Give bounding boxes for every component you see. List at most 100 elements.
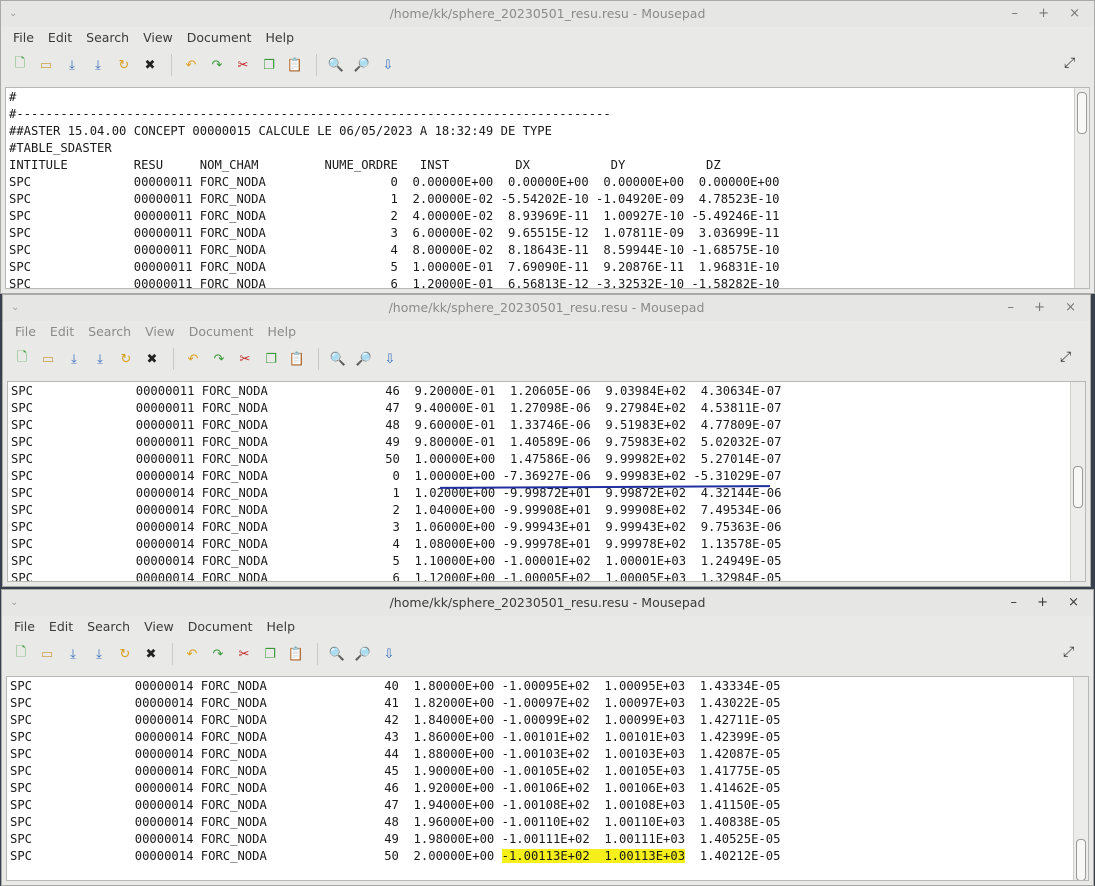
text-line[interactable]: # xyxy=(9,89,1089,106)
text-line[interactable]: SPC 00000011 FORC_NODA 49 9.80000E-01 1.… xyxy=(11,434,1085,451)
mousepad-window-1[interactable]: ⌄ /home/kk/sphere_20230501_resu.resu - M… xyxy=(0,0,1095,294)
redo-icon[interactable]: ↷ xyxy=(207,643,229,665)
menu-file[interactable]: File xyxy=(13,30,34,45)
menu-file[interactable]: File xyxy=(14,619,35,634)
text-line[interactable]: SPC 00000014 FORC_NODA 4 1.08000E+00 -9.… xyxy=(11,536,1085,553)
new-file-icon[interactable]: 🗋 xyxy=(9,54,31,76)
text-line[interactable]: SPC 00000011 FORC_NODA 2 4.00000E-02 8.9… xyxy=(9,208,1089,225)
redo-icon[interactable]: ↷ xyxy=(206,54,228,76)
text-line[interactable]: SPC 00000014 FORC_NODA 42 1.84000E+00 -1… xyxy=(10,712,1088,729)
title-bar[interactable]: ⌄ /home/kk/sphere_20230501_resu.resu - M… xyxy=(1,1,1094,27)
scrollbar-thumb[interactable] xyxy=(1077,92,1087,134)
text-line[interactable]: SPC 00000011 FORC_NODA 3 6.00000E-02 9.6… xyxy=(9,225,1089,242)
close-icon[interactable]: ✖ xyxy=(141,348,163,370)
save-icon[interactable]: ⤓ xyxy=(62,643,84,665)
window-controls[interactable]: – + × xyxy=(1011,1,1088,27)
text-editor[interactable]: # #--------------------------------------… xyxy=(5,87,1090,289)
text-line[interactable]: INTITULE RESU NOM_CHAM NUME_ORDRE INST D… xyxy=(9,157,1089,174)
open-folder-icon[interactable]: ▭ xyxy=(37,348,59,370)
text-line[interactable]: SPC 00000011 FORC_NODA 50 1.00000E+00 1.… xyxy=(11,451,1085,468)
menu-file[interactable]: File xyxy=(15,324,36,339)
text-line[interactable]: SPC 00000011 FORC_NODA 6 1.20000E-01 6.5… xyxy=(9,276,1089,288)
mousepad-window-2[interactable]: ⌄ /home/kk/sphere_20230501_resu.resu - M… xyxy=(2,294,1091,587)
text-line[interactable]: #---------------------------------------… xyxy=(9,106,1089,123)
fullscreen-icon[interactable]: ⤢ xyxy=(1064,55,1084,75)
text-line[interactable]: SPC 00000014 FORC_NODA 5 1.10000E+00 -1.… xyxy=(11,553,1085,570)
menu-view[interactable]: View xyxy=(145,324,175,339)
text-line[interactable]: SPC 00000011 FORC_NODA 1 2.00000E-02 -5.… xyxy=(9,191,1089,208)
menu-edit[interactable]: Edit xyxy=(49,619,73,634)
last-line[interactable]: SPC 00000014 FORC_NODA 50 2.00000E+00 -1… xyxy=(10,849,780,863)
find-replace-icon[interactable]: 🔎 xyxy=(352,643,374,665)
title-bar[interactable]: ⌄ /home/kk/sphere_20230501_resu.resu - M… xyxy=(2,590,1093,616)
open-folder-icon[interactable]: ▭ xyxy=(36,643,58,665)
text-editor[interactable]: SPC 00000014 FORC_NODA 40 1.80000E+00 -1… xyxy=(6,676,1089,881)
text-line[interactable]: #TABLE_SDASTER xyxy=(9,140,1089,157)
menu-view[interactable]: View xyxy=(143,30,173,45)
window-controls[interactable]: – + × xyxy=(1010,590,1087,616)
menu-help[interactable]: Help xyxy=(268,324,297,339)
text-line[interactable]: SPC 00000014 FORC_NODA 0 1.00000E+00 -7.… xyxy=(11,468,1085,485)
window-menu-icon[interactable]: ⌄ xyxy=(10,590,18,616)
find-icon[interactable]: 🔍 xyxy=(326,643,348,665)
text-line[interactable]: SPC 00000014 FORC_NODA 47 1.94000E+00 -1… xyxy=(10,797,1088,814)
reload-icon[interactable]: ↻ xyxy=(115,348,137,370)
mousepad-window-3[interactable]: ⌄ /home/kk/sphere_20230501_resu.resu - M… xyxy=(1,589,1094,886)
window-controls[interactable]: – + × xyxy=(1007,295,1084,321)
vertical-scrollbar[interactable] xyxy=(1074,88,1089,288)
undo-icon[interactable]: ↶ xyxy=(180,54,202,76)
save-icon[interactable]: ⤓ xyxy=(63,348,85,370)
title-bar[interactable]: ⌄ /home/kk/sphere_20230501_resu.resu - M… xyxy=(3,295,1090,321)
cut-icon[interactable]: ✂ xyxy=(233,643,255,665)
menu-search[interactable]: Search xyxy=(87,619,130,634)
menu-document[interactable]: Document xyxy=(187,30,252,45)
text-line[interactable]: SPC 00000011 FORC_NODA 4 8.00000E-02 8.1… xyxy=(9,242,1089,259)
save-as-icon[interactable]: ⤓ xyxy=(89,348,111,370)
menu-view[interactable]: View xyxy=(144,619,174,634)
new-file-icon[interactable]: 🗋 xyxy=(11,348,33,370)
open-folder-icon[interactable]: ▭ xyxy=(35,54,57,76)
text-line[interactable]: ##ASTER 15.04.00 CONCEPT 00000015 CALCUL… xyxy=(9,123,1089,140)
find-icon[interactable]: 🔍 xyxy=(325,54,347,76)
copy-icon[interactable]: ❐ xyxy=(259,643,281,665)
text-line[interactable]: SPC 00000011 FORC_NODA 46 9.20000E-01 1.… xyxy=(11,383,1085,400)
close-icon[interactable]: ✖ xyxy=(139,54,161,76)
text-line[interactable]: SPC 00000014 FORC_NODA 46 1.92000E+00 -1… xyxy=(10,780,1088,797)
redo-icon[interactable]: ↷ xyxy=(208,348,230,370)
editor-text[interactable]: # #--------------------------------------… xyxy=(6,88,1089,288)
goto-icon[interactable]: ⇩ xyxy=(378,643,400,665)
text-line[interactable]: SPC 00000014 FORC_NODA 40 1.80000E+00 -1… xyxy=(10,678,1088,695)
editor-text[interactable]: SPC 00000011 FORC_NODA 46 9.20000E-01 1.… xyxy=(8,382,1085,581)
menu-help[interactable]: Help xyxy=(267,619,296,634)
save-as-icon[interactable]: ⤓ xyxy=(88,643,110,665)
menu-document[interactable]: Document xyxy=(189,324,254,339)
save-icon[interactable]: ⤓ xyxy=(61,54,83,76)
vertical-scrollbar[interactable] xyxy=(1070,382,1085,581)
text-line[interactable]: SPC 00000014 FORC_NODA 44 1.88000E+00 -1… xyxy=(10,746,1088,763)
undo-icon[interactable]: ↶ xyxy=(181,643,203,665)
find-replace-icon[interactable]: 🔎 xyxy=(351,54,373,76)
editor-lines[interactable]: SPC 00000014 FORC_NODA 40 1.80000E+00 -1… xyxy=(10,678,1088,848)
text-line[interactable]: SPC 00000014 FORC_NODA 48 1.96000E+00 -1… xyxy=(10,814,1088,831)
editor-text[interactable]: SPC 00000014 FORC_NODA 40 1.80000E+00 -1… xyxy=(7,677,1088,865)
fullscreen-icon[interactable]: ⤢ xyxy=(1060,349,1080,369)
menu-document[interactable]: Document xyxy=(188,619,253,634)
window-menu-icon[interactable]: ⌄ xyxy=(11,295,19,321)
text-line[interactable]: SPC 00000014 FORC_NODA 43 1.86000E+00 -1… xyxy=(10,729,1088,746)
scrollbar-thumb[interactable] xyxy=(1076,839,1086,880)
menu-search[interactable]: Search xyxy=(86,30,129,45)
cut-icon[interactable]: ✂ xyxy=(232,54,254,76)
save-as-icon[interactable]: ⤓ xyxy=(87,54,109,76)
paste-icon[interactable]: 📋 xyxy=(284,54,306,76)
text-line[interactable]: SPC 00000014 FORC_NODA 49 1.98000E+00 -1… xyxy=(10,831,1088,848)
menu-search[interactable]: Search xyxy=(88,324,131,339)
find-icon[interactable]: 🔍 xyxy=(327,348,349,370)
window-menu-icon[interactable]: ⌄ xyxy=(9,1,17,27)
close-icon[interactable]: ✖ xyxy=(140,643,162,665)
text-line[interactable]: SPC 00000011 FORC_NODA 5 1.00000E-01 7.6… xyxy=(9,259,1089,276)
scrollbar-thumb[interactable] xyxy=(1073,466,1083,508)
text-line[interactable]: SPC 00000011 FORC_NODA 0 0.00000E+00 0.0… xyxy=(9,174,1089,191)
reload-icon[interactable]: ↻ xyxy=(113,54,135,76)
text-line[interactable]: SPC 00000014 FORC_NODA 6 1.12000E+00 -1.… xyxy=(11,570,1085,581)
menu-edit[interactable]: Edit xyxy=(50,324,74,339)
